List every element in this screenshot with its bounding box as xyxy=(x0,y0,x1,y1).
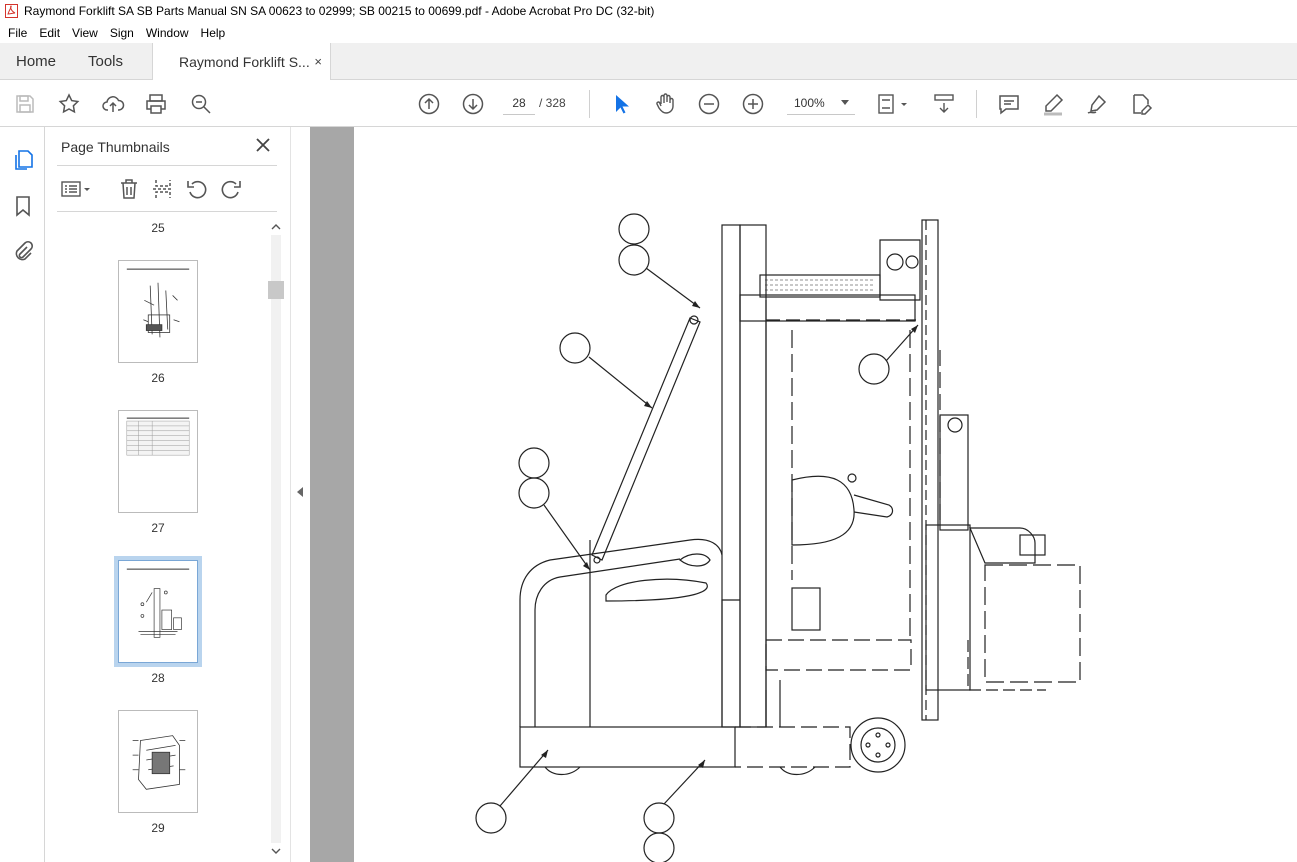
thumbnail-toolbar xyxy=(59,177,279,203)
page-down-icon[interactable] xyxy=(460,91,486,117)
bookmark-star-icon[interactable] xyxy=(56,91,82,117)
scroll-thumb[interactable] xyxy=(268,281,284,299)
comment-icon[interactable] xyxy=(996,91,1022,117)
attachments-icon[interactable] xyxy=(10,239,36,265)
menu-edit[interactable]: Edit xyxy=(33,26,66,40)
chevron-down-icon xyxy=(841,100,849,105)
page-thumbnails-icon[interactable] xyxy=(10,147,36,173)
scroll-mode-icon[interactable] xyxy=(931,91,957,117)
title-bar: Raymond Forklift SA SB Parts Manual SN S… xyxy=(0,0,1297,22)
pdf-page xyxy=(354,127,1297,862)
scroll-down-icon[interactable] xyxy=(268,845,284,857)
thumbnail-panel: Page Thumbnails 25 26 27 28 29 xyxy=(45,127,290,862)
tab-document-label: Raymond Forklift S... xyxy=(179,54,310,70)
select-pointer-icon[interactable] xyxy=(608,91,634,117)
hand-pan-icon[interactable] xyxy=(652,91,678,117)
scroll-track xyxy=(271,235,281,843)
thumbnail-page-29[interactable] xyxy=(118,710,198,813)
collapse-panel-icon[interactable] xyxy=(297,487,303,497)
toolbar-separator xyxy=(976,90,977,118)
rotate-right-icon[interactable] xyxy=(219,177,243,201)
panel-divider xyxy=(57,165,277,166)
menu-file[interactable]: File xyxy=(2,26,33,40)
thumbnail-page-label: 29 xyxy=(151,821,165,835)
thumbnail-page-label: 27 xyxy=(151,521,165,535)
edit-pdf-icon[interactable] xyxy=(1128,91,1154,117)
forklift-parts-diagram xyxy=(475,213,1081,862)
left-rail xyxy=(0,127,45,862)
sign-pen-icon[interactable] xyxy=(1084,91,1110,117)
panel-splitter[interactable] xyxy=(290,127,310,862)
close-tab-icon[interactable]: × xyxy=(314,54,322,69)
delete-trash-icon[interactable] xyxy=(117,177,141,201)
menu-sign[interactable]: Sign xyxy=(104,26,140,40)
tab-document[interactable]: Raymond Forklift S... × xyxy=(152,43,331,81)
page-number-input[interactable] xyxy=(503,91,535,115)
panel-divider xyxy=(57,211,277,212)
thumbnail-page-28[interactable] xyxy=(114,556,202,667)
bookmarks-icon[interactable] xyxy=(10,193,36,219)
options-menu-icon[interactable] xyxy=(59,177,93,201)
tab-bar: Home Tools Raymond Forklift S... × xyxy=(0,43,1297,81)
highlight-pen-icon[interactable] xyxy=(1040,91,1066,117)
thumbnail-page-label: 28 xyxy=(151,671,165,685)
menu-help[interactable]: Help xyxy=(195,26,232,40)
save-icon[interactable] xyxy=(12,91,38,117)
toolbar xyxy=(0,80,1297,127)
menu-window[interactable]: Window xyxy=(140,26,195,40)
thumbnail-page-27[interactable] xyxy=(118,410,198,513)
zoom-find-icon[interactable] xyxy=(188,91,214,117)
document-viewer[interactable] xyxy=(310,127,1297,862)
print-icon[interactable] xyxy=(143,91,169,117)
menu-bar: File Edit View Sign Window Help xyxy=(0,22,1297,43)
thumbnail-scrollbar[interactable] xyxy=(268,219,284,859)
scroll-up-icon[interactable] xyxy=(268,221,284,233)
zoom-value: 100% xyxy=(794,95,825,110)
panel-title: Page Thumbnails xyxy=(61,139,170,155)
toolbar-separator xyxy=(589,90,590,118)
page-fit-icon[interactable] xyxy=(876,91,910,117)
thumbnail-page-label: 26 xyxy=(151,371,165,385)
upload-cloud-icon[interactable] xyxy=(100,91,126,117)
zoom-in-icon[interactable] xyxy=(740,91,766,117)
thumbnail-page-26[interactable] xyxy=(118,260,198,363)
thumbnail-page-label: 25 xyxy=(151,221,165,235)
page-total: / 328 xyxy=(539,96,566,110)
menu-view[interactable]: View xyxy=(66,26,104,40)
tab-home[interactable]: Home xyxy=(16,43,56,80)
page-up-icon[interactable] xyxy=(416,91,442,117)
close-icon[interactable] xyxy=(254,136,272,154)
zoom-out-icon[interactable] xyxy=(696,91,722,117)
acrobat-pdf-icon xyxy=(5,4,18,18)
tab-tools[interactable]: Tools xyxy=(88,43,123,80)
rotate-left-icon[interactable] xyxy=(185,177,209,201)
split-pages-icon[interactable] xyxy=(151,177,175,201)
window-title: Raymond Forklift SA SB Parts Manual SN S… xyxy=(24,4,655,18)
zoom-dropdown[interactable]: 100% xyxy=(787,91,855,115)
